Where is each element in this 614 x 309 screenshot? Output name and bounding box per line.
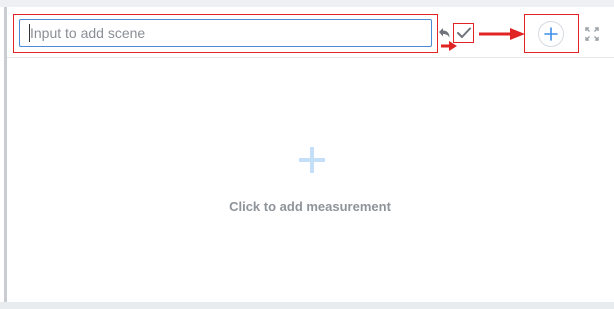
- plus-icon: [544, 27, 558, 41]
- text-caret: [29, 24, 30, 42]
- annotation-arrow-large: [479, 28, 525, 40]
- add-scene-button[interactable]: [538, 21, 564, 47]
- add-measurement-label[interactable]: Click to add measurement: [0, 199, 614, 214]
- add-measurement-plus-icon[interactable]: [297, 145, 327, 175]
- measurement-panel: Click to add measurement: [0, 0, 614, 309]
- check-icon[interactable]: [455, 25, 472, 41]
- bottom-strip: [0, 302, 614, 309]
- top-strip: [0, 0, 614, 7]
- fullscreen-icon[interactable]: [583, 25, 601, 43]
- annotation-arrow-small: [441, 41, 457, 51]
- measurement-empty-area[interactable]: [7, 58, 614, 302]
- scene-input[interactable]: [19, 19, 432, 47]
